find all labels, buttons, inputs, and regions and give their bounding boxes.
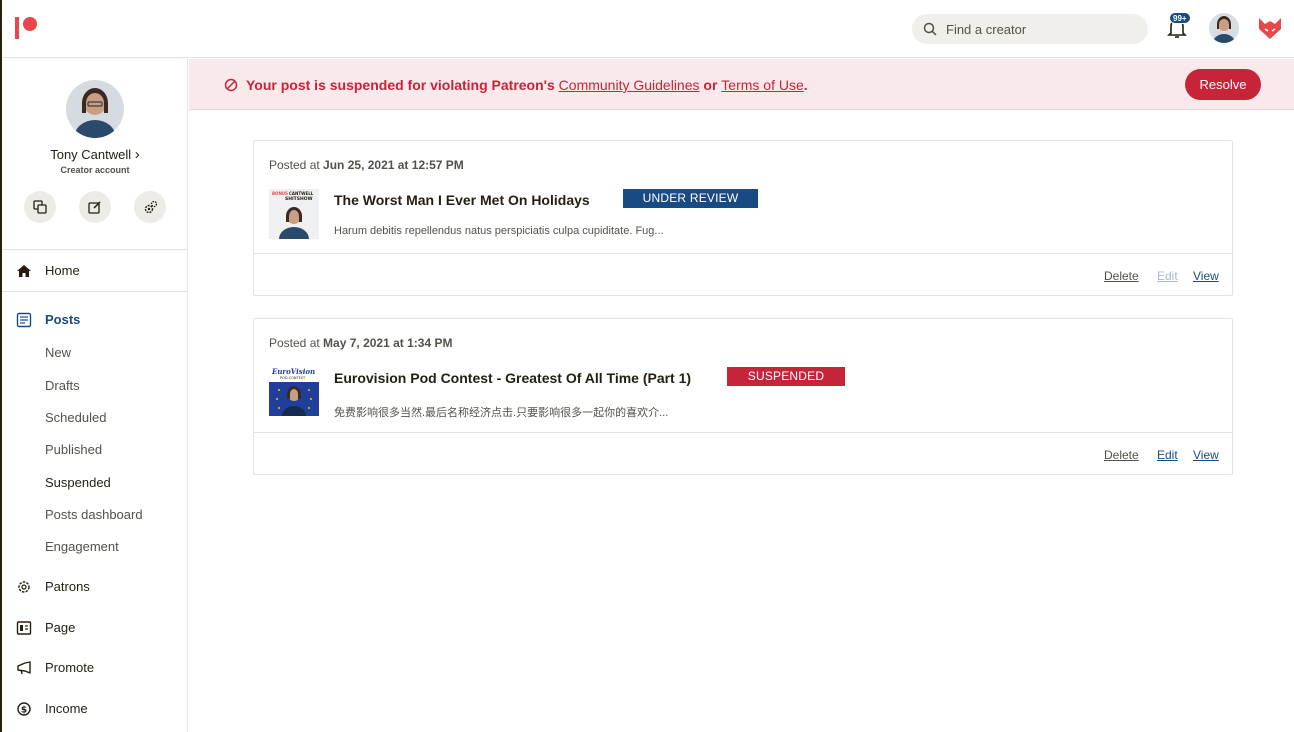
posted-at-label: Posted at [269,336,324,350]
thumb-text: POD CONTEST [280,376,306,380]
post-excerpt: 免费影响很多当然.最后名称经济点击.只要影响很多一起你的喜欢介... [334,407,669,419]
resolve-button[interactable]: Resolve [1185,69,1261,100]
creator-fox-logo-icon[interactable] [1257,15,1283,41]
create-post-button[interactable] [79,191,111,223]
search-box[interactable] [912,14,1148,44]
status-badge: UNDER REVIEW [623,189,758,208]
edit-link-disabled: Edit [1157,269,1178,283]
sidebar-subitem-new[interactable]: New [45,345,71,360]
sidebar-divider [2,291,188,292]
post-title[interactable]: The Worst Man I Ever Met On Holidays [334,192,590,208]
view-link[interactable]: View [1193,448,1219,462]
megaphone-icon [17,661,31,675]
notification-count-badge: 99+ [1169,12,1191,24]
patreon-logo-icon[interactable] [15,17,41,39]
status-badge: SUSPENDED [727,367,845,386]
settings-button[interactable] [134,191,166,223]
sidebar-subitem-posts-dashboard[interactable]: Posts dashboard [45,507,143,522]
sidebar-item-home[interactable]: Home [2,258,188,284]
posts-icon [16,312,32,328]
post-title[interactable]: Eurovision Pod Contest - Greatest Of All… [334,370,691,386]
thumb-text: CANTWELL [289,191,314,196]
post-thumbnail[interactable]: EuroVision POD CONTEST [269,366,319,416]
delete-link[interactable]: Delete [1104,448,1139,462]
sidebar-item-label: Page [45,620,76,635]
thumb-text: EuroVision [271,367,315,376]
sidebar: Tony Cantwell › Creator account Home Pos… [2,58,188,732]
profile-name[interactable]: Tony Cantwell › [2,146,188,163]
posted-date: Jun 25, 2021 at 12:57 PM [323,158,464,172]
sidebar-item-label: Posts [45,312,81,327]
card-divider [254,253,1232,254]
posted-date: May 7, 2021 at 1:34 PM [323,336,453,350]
banner-text: or [699,77,722,93]
post-card: Posted at May 7, 2021 at 1:34 PM EuroVis… [253,318,1233,475]
thumb-text: SHITSHOW [285,196,313,202]
sidebar-item-label: Home [45,263,80,278]
account-type-label: Creator account [60,165,130,175]
sidebar-item-patrons[interactable]: Patrons [2,574,188,600]
edit-link[interactable]: Edit [1157,448,1178,462]
posted-at: Posted at May 7, 2021 at 1:34 PM [269,336,452,350]
post-excerpt: Harum debitis repellendus natus perspici… [334,225,664,237]
search-icon [923,22,937,36]
sidebar-item-label: Promote [45,660,95,675]
home-icon [17,265,31,277]
delete-link[interactable]: Delete [1104,269,1139,283]
profile-avatar[interactable] [66,80,124,138]
banner-text: . [803,77,808,93]
sidebar-item-income[interactable]: $ Income [2,696,188,722]
user-avatar[interactable] [1209,13,1239,43]
sidebar-subitem-engagement[interactable]: Engagement [45,539,119,554]
copy-icon [33,200,47,214]
sidebar-divider [2,249,188,250]
sidebar-item-label: Patrons [45,579,90,594]
edit-icon [88,201,101,214]
profile-name-text: Tony Cantwell [50,147,132,162]
sidebar-item-promote[interactable]: Promote [2,655,188,681]
banner-text: Your post is suspended for violating Pat… [246,77,559,93]
sidebar-item-posts[interactable]: Posts [2,307,188,333]
sidebar-item-page[interactable]: Page [2,615,188,641]
sidebar-item-label: Income [45,701,88,716]
post-thumbnail[interactable]: BONUS CANTWELL SHITSHOW [269,189,319,239]
switch-account-button[interactable] [24,191,56,223]
dollar-coin-icon: $ [17,702,31,716]
sidebar-subitem-drafts[interactable]: Drafts [45,378,80,393]
thumb-text: BONUS [272,191,288,196]
prohibited-icon [224,78,238,92]
sidebar-subitem-published[interactable]: Published [45,442,102,457]
posted-at: Posted at Jun 25, 2021 at 12:57 PM [269,158,464,172]
patrons-icon [18,581,30,593]
chevron-right-icon: › [134,146,140,163]
community-guidelines-link[interactable]: Community Guidelines [559,77,700,93]
banner-message: Your post is suspended for violating Pat… [246,77,808,93]
sidebar-subitem-suspended[interactable]: Suspended [45,475,111,490]
top-header: 99+ [2,0,1294,58]
posted-at-label: Posted at [269,158,324,172]
post-card: Posted at Jun 25, 2021 at 12:57 PM BONUS… [253,140,1233,296]
view-link[interactable]: View [1193,269,1219,283]
card-divider [254,432,1232,433]
gear-icon [144,200,157,213]
search-input[interactable] [946,14,1141,44]
page-icon [16,621,32,635]
sidebar-subitem-scheduled[interactable]: Scheduled [45,410,106,425]
terms-of-use-link[interactable]: Terms of Use [721,77,803,93]
svg-text:$: $ [21,706,27,716]
suspension-banner: Your post is suspended for violating Pat… [189,59,1294,110]
